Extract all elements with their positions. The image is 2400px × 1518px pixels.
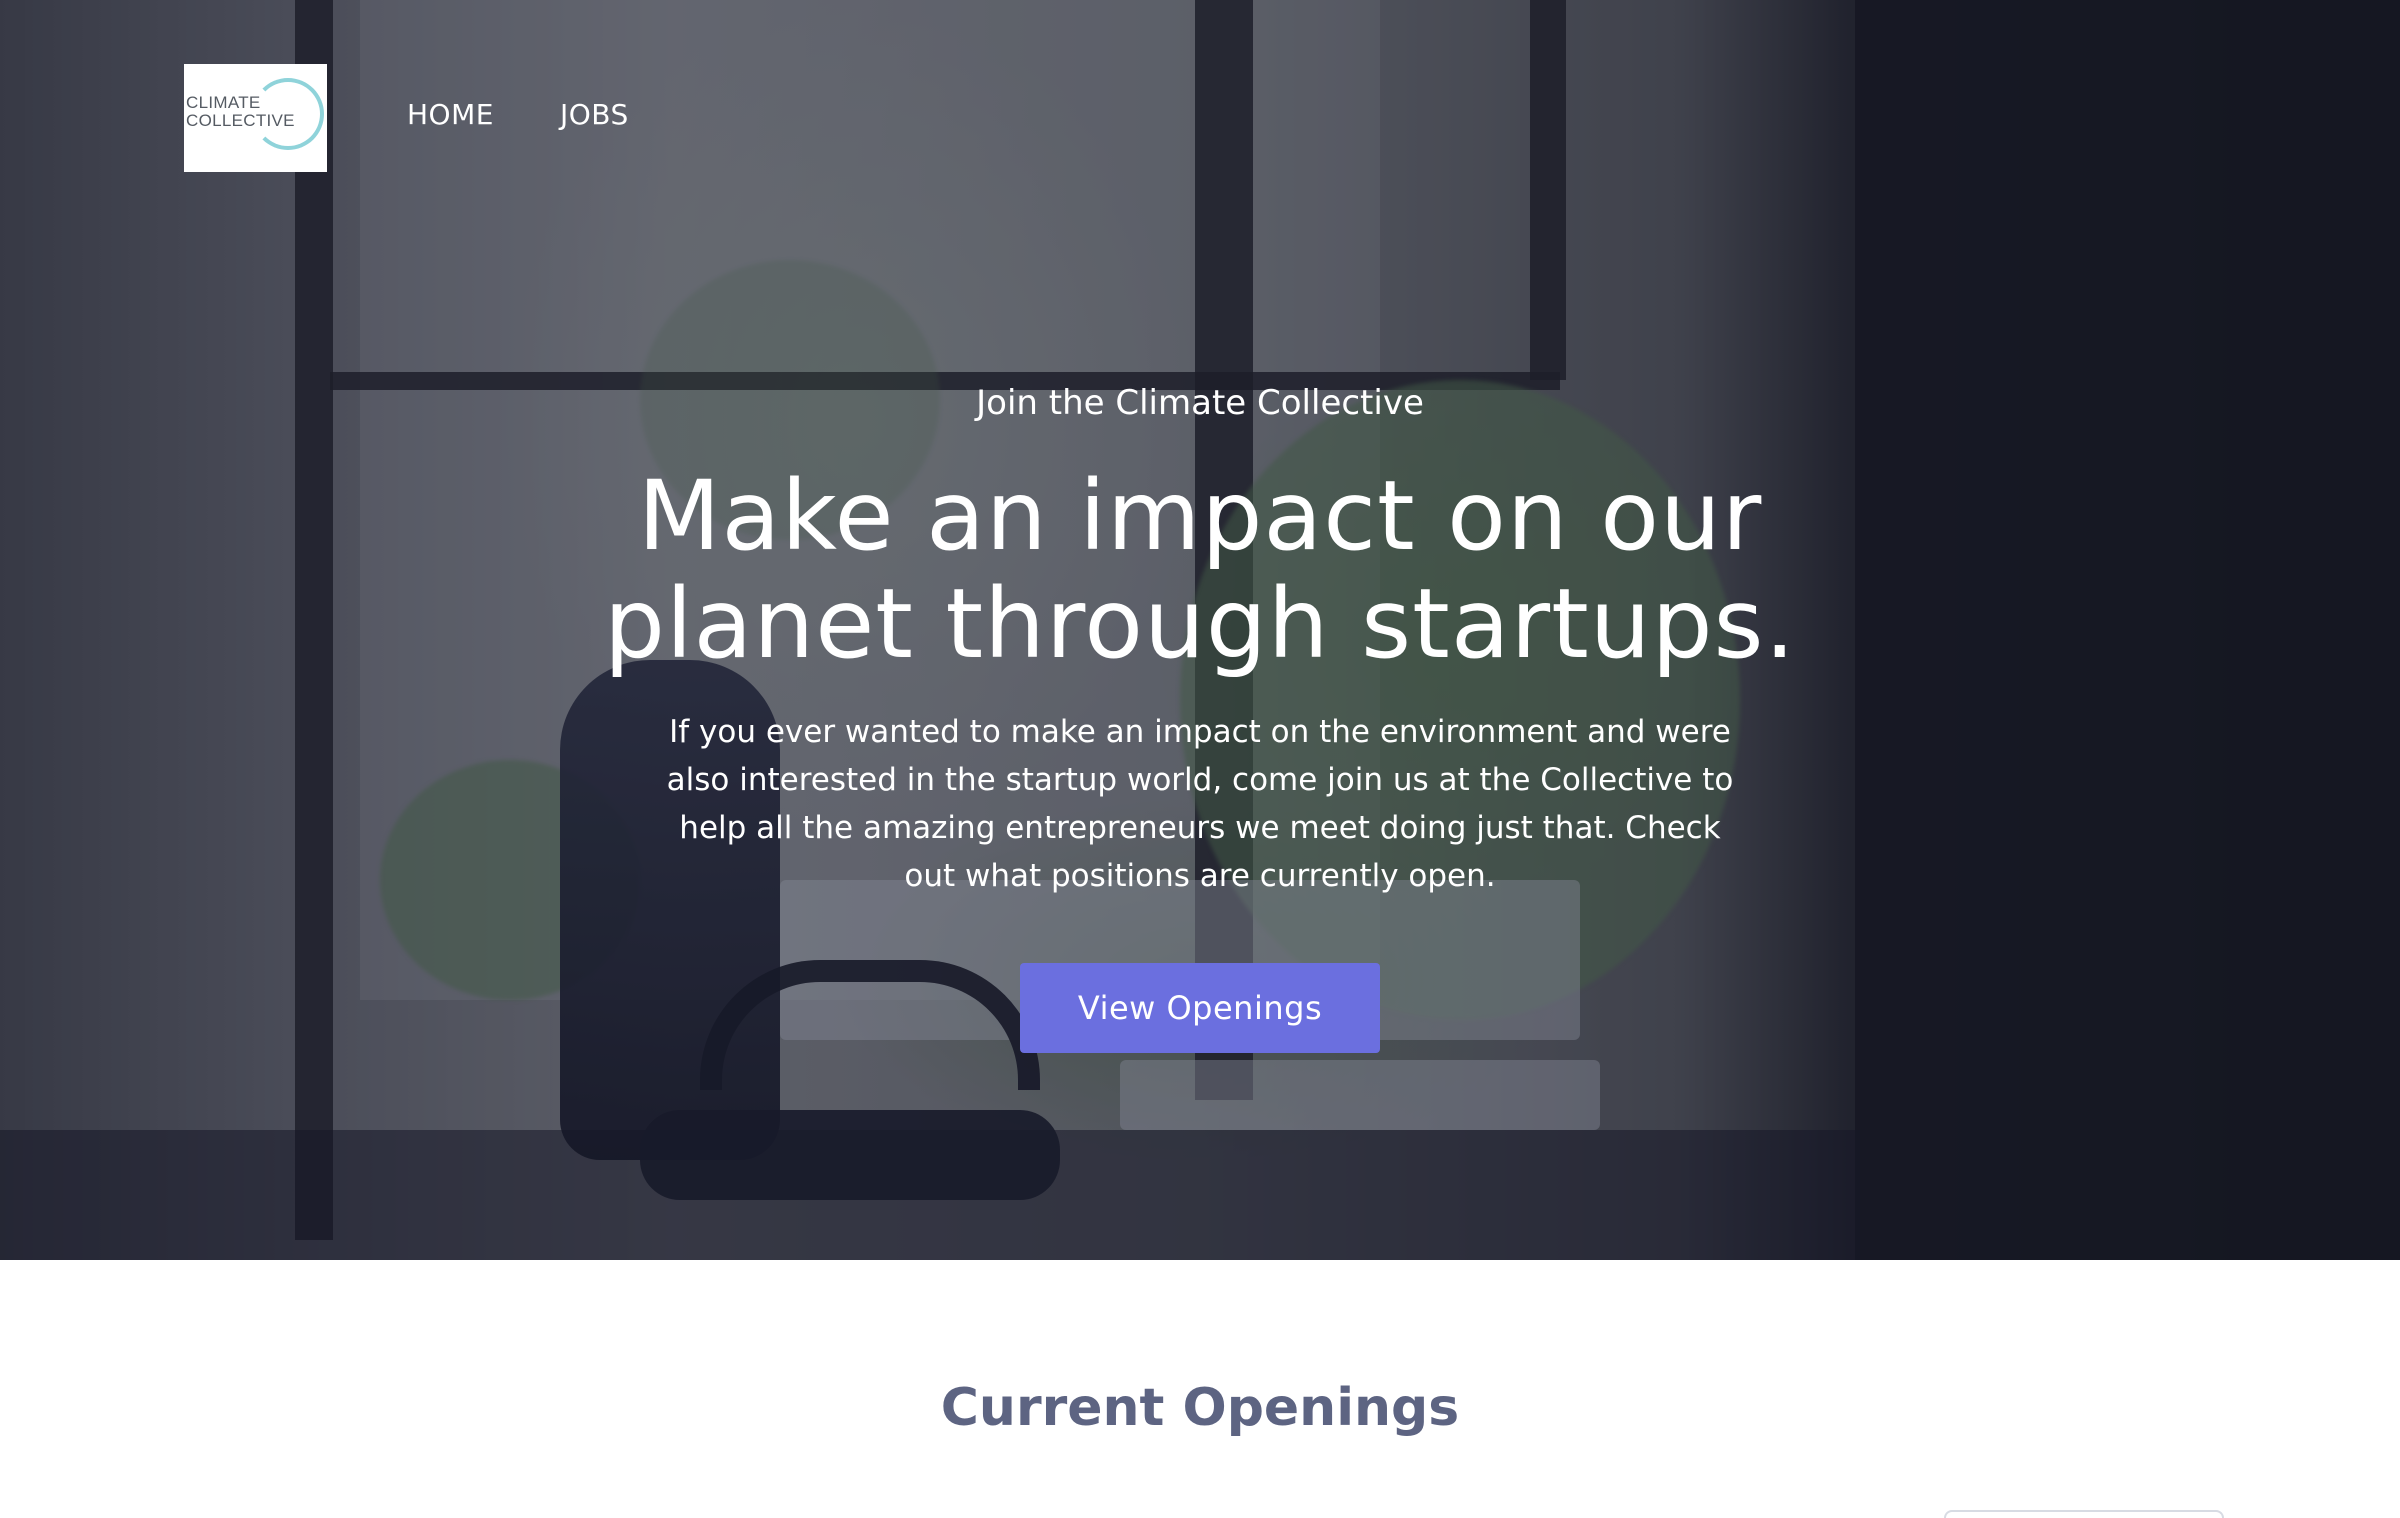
hero-headline-line1: Make an impact on our bbox=[637, 460, 1763, 572]
hero-eyebrow: Join the Climate Collective bbox=[976, 383, 1424, 423]
hero-section: CLIMATE COLLECTIVE HOME JOBS Join the Cl… bbox=[0, 0, 2400, 1260]
logo-text-line1: CLIMATE bbox=[186, 93, 261, 112]
nav-home-link[interactable]: HOME bbox=[407, 98, 494, 131]
hero-headline: Make an impact on our planet through sta… bbox=[400, 462, 2000, 678]
hero-description: If you ever wanted to make an impact on … bbox=[666, 714, 1734, 894]
nav-jobs-link[interactable]: JOBS bbox=[560, 98, 629, 131]
view-openings-button[interactable]: View Openings bbox=[1020, 963, 1380, 1053]
hero-headline-line2: planet through startups. bbox=[603, 568, 1797, 680]
openings-filter-box[interactable] bbox=[1944, 1510, 2224, 1518]
logo-text: CLIMATE COLLECTIVE bbox=[186, 94, 295, 130]
logo[interactable]: CLIMATE COLLECTIVE bbox=[184, 64, 327, 172]
openings-title: Current Openings bbox=[940, 1378, 1460, 1438]
logo-text-line2: COLLECTIVE bbox=[186, 111, 295, 130]
